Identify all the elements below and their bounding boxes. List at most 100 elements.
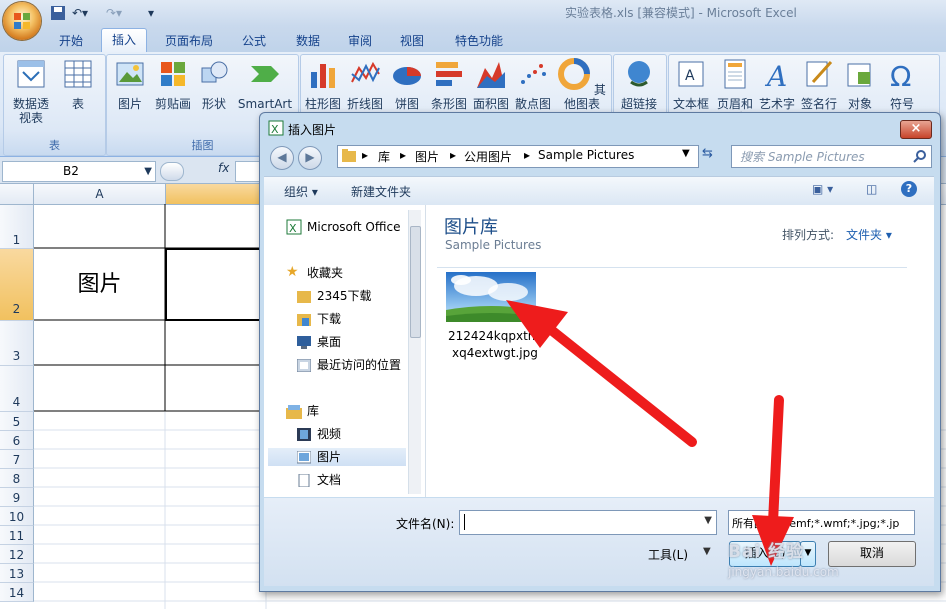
save-icon[interactable] bbox=[50, 5, 66, 21]
file-name-line1[interactable]: 212424kqpxtm bbox=[448, 329, 540, 343]
redo-icon[interactable]: ↷▾ bbox=[106, 4, 122, 22]
tab-view[interactable]: 视图 bbox=[391, 30, 433, 52]
pivot-table-button[interactable]: 数据透视表 bbox=[8, 58, 54, 125]
column-chart-button[interactable]: 柱形图 bbox=[303, 58, 343, 111]
tab-home[interactable]: 开始 bbox=[50, 30, 92, 52]
nav-item-2345-download[interactable]: 2345下载 bbox=[317, 287, 372, 305]
cell-a2[interactable]: 图片 bbox=[34, 249, 165, 320]
line-chart-button[interactable]: 折线图 bbox=[345, 58, 385, 111]
row-header-3[interactable]: 3 bbox=[0, 321, 34, 366]
chevron-down-icon[interactable]: ▼ bbox=[704, 515, 712, 526]
row-header-2[interactable]: 2 bbox=[0, 249, 34, 321]
cancel-button[interactable]: 取消 bbox=[828, 541, 916, 567]
row-header-14[interactable]: 14 bbox=[0, 583, 34, 602]
customize-qat-icon[interactable]: ▾ bbox=[148, 4, 154, 22]
breadcrumb-sep-icon[interactable]: ▸ bbox=[400, 148, 406, 162]
view-options-icon[interactable]: ▣ ▾ bbox=[812, 182, 833, 196]
breadcrumb-sep-icon[interactable]: ▸ bbox=[362, 148, 368, 162]
select-all-corner[interactable] bbox=[0, 184, 34, 204]
tab-data[interactable]: 数据 bbox=[287, 30, 329, 52]
nav-scrollbar[interactable] bbox=[408, 210, 421, 494]
row-header-4[interactable]: 4 bbox=[0, 366, 34, 412]
nav-item-office[interactable]: Microsoft Office bbox=[307, 218, 400, 236]
tab-formulas[interactable]: 公式 bbox=[233, 30, 275, 52]
tab-insert[interactable]: 插入 bbox=[101, 28, 147, 54]
nav-item-videos[interactable]: 视频 bbox=[317, 425, 341, 443]
wordart-button[interactable]: A 艺术字 bbox=[757, 58, 797, 111]
row-header-9[interactable]: 9 bbox=[0, 488, 34, 507]
nav-scrollbar-thumb[interactable] bbox=[410, 226, 421, 338]
new-folder-button[interactable]: 新建文件夹 bbox=[351, 183, 411, 200]
row-header-12[interactable]: 12 bbox=[0, 545, 34, 564]
table-button[interactable]: 表 bbox=[58, 58, 98, 111]
back-icon[interactable]: ◀ bbox=[270, 146, 294, 170]
search-icon[interactable] bbox=[913, 149, 927, 163]
file-type-select[interactable]: 所有图片(*.emf;*.wmf;*.jpg;*.jp bbox=[728, 510, 915, 535]
row-header-8[interactable]: 8 bbox=[0, 469, 34, 488]
breadcrumb-pictures[interactable]: 图片 bbox=[415, 148, 439, 165]
row-header-5[interactable]: 5 bbox=[0, 412, 34, 431]
other-charts-icon bbox=[558, 58, 591, 90]
bar-chart-button[interactable]: 条形图 bbox=[429, 58, 469, 111]
tab-review[interactable]: 审阅 bbox=[339, 30, 381, 52]
file-thumbnail[interactable] bbox=[446, 272, 536, 322]
smartart-button[interactable]: SmartArt bbox=[236, 58, 294, 111]
chevron-down-icon[interactable]: ▼ bbox=[144, 162, 152, 181]
tools-button[interactable]: 工具(L) bbox=[648, 546, 688, 563]
office-button[interactable] bbox=[3, 2, 41, 40]
pie-chart-button[interactable]: 饼图 bbox=[389, 58, 425, 111]
breadcrumb-libraries[interactable]: 库 bbox=[378, 148, 390, 165]
area-chart-button[interactable]: 面积图 bbox=[471, 58, 511, 111]
row-header-7[interactable]: 7 bbox=[0, 450, 34, 469]
formula-expand-icon[interactable] bbox=[160, 162, 184, 181]
nav-item-pictures[interactable]: 图片 bbox=[317, 448, 341, 466]
row-header-1[interactable]: 1 bbox=[0, 205, 34, 249]
hyperlink-button[interactable]: 超链接 bbox=[616, 58, 662, 111]
nav-item-favorites[interactable]: 收藏夹 bbox=[307, 264, 343, 282]
nav-item-desktop[interactable]: 桌面 bbox=[317, 333, 341, 351]
column-header-b[interactable] bbox=[166, 184, 267, 204]
scatter-chart-button[interactable]: 散点图 bbox=[513, 58, 553, 111]
file-name-line2[interactable]: xq4extwgt.jpg bbox=[452, 346, 538, 360]
breadcrumb-public-pictures[interactable]: 公用图片 bbox=[464, 148, 512, 165]
forward-icon[interactable]: ▶ bbox=[298, 146, 322, 170]
nav-item-documents[interactable]: 文档 bbox=[317, 471, 341, 489]
chevron-down-icon[interactable]: ▼ bbox=[682, 148, 690, 159]
fx-icon[interactable]: fx bbox=[218, 161, 229, 175]
row-header-13[interactable]: 13 bbox=[0, 564, 34, 583]
name-box[interactable]: B2 ▼ bbox=[2, 161, 156, 182]
clip-art-button[interactable]: 剪贴画 bbox=[152, 58, 194, 111]
refresh-icon[interactable]: ⇆ bbox=[702, 146, 713, 161]
breadcrumb-sep-icon[interactable]: ▸ bbox=[450, 148, 456, 162]
symbol-button[interactable]: Ω 符号 bbox=[882, 58, 922, 111]
search-placeholder: 搜索 Sample Pictures bbox=[740, 150, 865, 164]
search-input[interactable]: 搜索 Sample Pictures bbox=[731, 145, 932, 168]
column-header-a[interactable]: A bbox=[34, 184, 166, 204]
organize-button[interactable]: 组织 ▾ bbox=[284, 183, 318, 200]
nav-item-libraries[interactable]: 库 bbox=[307, 402, 319, 420]
shapes-button[interactable]: 形状 bbox=[196, 58, 232, 111]
filename-input[interactable]: ▼ bbox=[459, 510, 717, 535]
preview-pane-icon[interactable]: ◫ bbox=[866, 182, 877, 196]
arrange-dropdown[interactable]: 文件夹 ▾ bbox=[846, 226, 892, 243]
close-button[interactable]: × bbox=[900, 120, 932, 139]
row-header-6[interactable]: 6 bbox=[0, 431, 34, 450]
pictures-icon bbox=[297, 451, 311, 464]
nav-item-downloads[interactable]: 下载 bbox=[317, 310, 341, 328]
signature-line-button[interactable]: 签名行 bbox=[799, 58, 839, 111]
chevron-down-icon[interactable]: ▼ bbox=[703, 546, 711, 557]
row-header-11[interactable]: 11 bbox=[0, 526, 34, 545]
other-charts-button[interactable]: 其他图表 bbox=[556, 58, 608, 111]
text-box-button[interactable]: A 文本框 bbox=[671, 58, 711, 111]
nav-item-recent[interactable]: 最近访问的位置 bbox=[317, 356, 401, 374]
tab-special[interactable]: 特色功能 bbox=[446, 30, 512, 52]
undo-icon[interactable]: ↶▾ bbox=[72, 4, 88, 22]
help-icon[interactable]: ? bbox=[901, 181, 917, 197]
address-bar[interactable] bbox=[337, 145, 699, 168]
row-header-10[interactable]: 10 bbox=[0, 507, 34, 526]
object-button[interactable]: 对象 bbox=[841, 58, 879, 111]
picture-button[interactable]: 图片 bbox=[111, 58, 149, 111]
tab-page-layout[interactable]: 页面布局 bbox=[158, 30, 220, 52]
breadcrumb-sample-pictures[interactable]: Sample Pictures bbox=[538, 148, 634, 162]
breadcrumb-sep-icon[interactable]: ▸ bbox=[524, 148, 530, 162]
